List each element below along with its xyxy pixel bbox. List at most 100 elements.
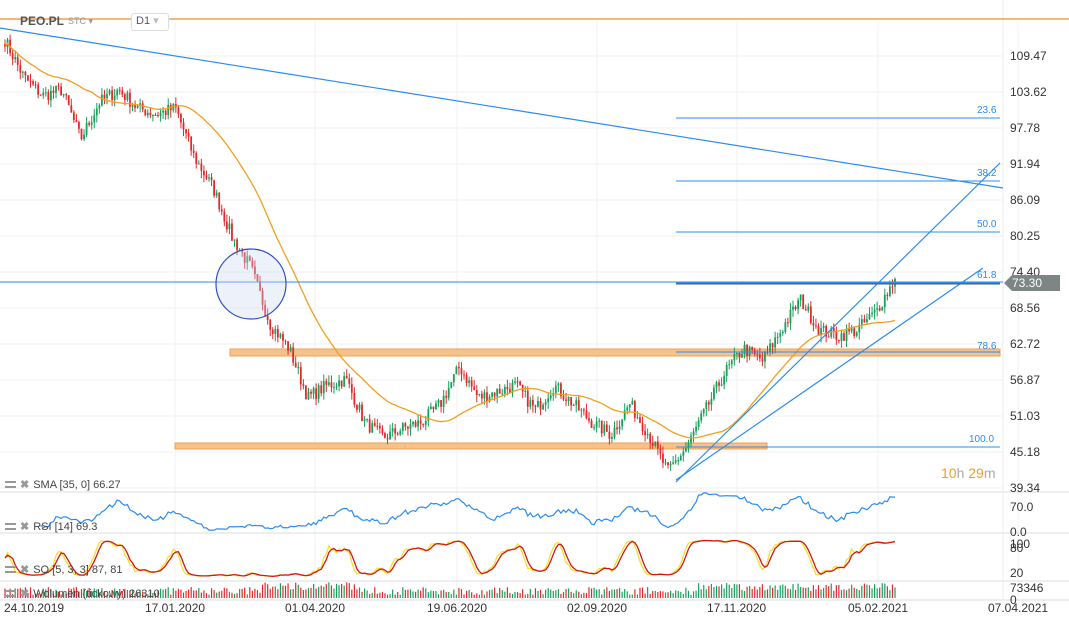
volume-bar (218, 591, 220, 598)
volume-bar (453, 589, 455, 598)
candle-body (633, 401, 636, 418)
candle-body (376, 425, 379, 427)
volume-bar (588, 587, 590, 598)
volume-bar (210, 588, 213, 598)
volume-bar (733, 583, 735, 598)
candle-body (713, 387, 715, 399)
candle-body (330, 382, 333, 388)
price-axis-label: 97.78 (1010, 121, 1041, 135)
volume-bar (256, 590, 259, 598)
volume-bar (185, 590, 187, 598)
settings-icon[interactable] (5, 566, 16, 573)
chart-canvas[interactable] (0, 0, 1069, 626)
volume-bar (840, 589, 843, 598)
candle-body (271, 329, 274, 334)
candle-body (853, 328, 856, 336)
volume-bar (866, 584, 868, 598)
volume-bar (853, 587, 855, 598)
volume-bar (743, 590, 746, 598)
volume-bar (749, 585, 751, 598)
volume-bar (402, 587, 404, 598)
volume-bar (318, 586, 320, 598)
close-icon[interactable]: ✖ (20, 587, 29, 600)
candle-body (126, 92, 129, 100)
volume-bar (695, 590, 697, 598)
candle-body (335, 386, 338, 388)
volume-bar (259, 592, 261, 598)
candle-body (88, 122, 91, 125)
volume-bar (422, 587, 424, 598)
candle-body (473, 386, 476, 391)
fib-level-23-6: 23.6 (977, 105, 997, 116)
volume-bar (412, 591, 414, 598)
instrument-type[interactable]: STC ▾ (68, 16, 93, 27)
candle-body (539, 401, 542, 410)
channel-upper-line (675, 162, 1001, 483)
candle-body (14, 57, 17, 60)
candle-body (225, 221, 228, 230)
volume-bar (845, 590, 848, 598)
candle-body (585, 410, 588, 419)
candle-body (223, 211, 226, 222)
volume-bar (703, 584, 705, 598)
interval-select[interactable]: D1 ▾ (131, 13, 169, 31)
close-icon[interactable]: ✖ (20, 478, 29, 491)
volume-legend[interactable]: ✖ Wolumen (tickowy) 26310 (5, 587, 160, 600)
volume-bar (848, 588, 850, 598)
volume-bar (766, 589, 769, 598)
candle-body (378, 425, 381, 429)
settings-icon[interactable] (5, 523, 16, 530)
volume-bar (399, 594, 401, 598)
candle-body (180, 114, 182, 123)
close-icon[interactable]: ✖ (20, 563, 29, 576)
settings-icon[interactable] (5, 481, 16, 488)
candle-body (582, 409, 585, 411)
candle-body (595, 421, 598, 428)
candle-body (695, 426, 697, 432)
volume-bar (746, 586, 748, 598)
date-axis-label: 05.02.2021 (848, 601, 909, 615)
so-legend[interactable]: ✖ SO [5, 3, 3] 87, 81 (5, 563, 123, 576)
candle-body (664, 462, 667, 464)
volume-bar (868, 585, 871, 598)
volume-bar (787, 588, 789, 598)
candle-body (129, 92, 131, 107)
candle-body (786, 322, 789, 324)
volume-bar (333, 588, 335, 598)
candle-body (562, 396, 565, 400)
rsi-line (40, 492, 895, 531)
rsi-legend[interactable]: ✖ RSI [14] 69.3 (5, 520, 97, 533)
price-axis-label: 109.47 (1010, 49, 1047, 63)
candle-body (162, 110, 165, 113)
price-axis-label: 80.25 (1010, 229, 1041, 243)
candle-body (154, 115, 157, 117)
volume-bar (290, 589, 292, 598)
sma-legend[interactable]: ✖ SMA [35, 0] 66.27 (5, 478, 121, 491)
candle-body (363, 419, 366, 422)
volume-bar (805, 587, 807, 598)
volume-bar (822, 587, 825, 598)
settings-icon[interactable] (5, 590, 16, 597)
volume-bar (358, 587, 361, 598)
volume-bar (575, 590, 577, 598)
candle-body (738, 353, 741, 358)
volume-bar (394, 594, 396, 598)
candle-body (182, 122, 185, 130)
volume-bar (320, 585, 322, 598)
volume-bar (221, 590, 223, 598)
candle-body (784, 322, 787, 332)
volume-bar (886, 586, 888, 598)
close-icon[interactable]: ✖ (20, 520, 29, 533)
volume-bar (871, 588, 873, 598)
candle-body (233, 239, 236, 241)
volume-bar (409, 589, 412, 598)
candle-body (639, 417, 641, 423)
volume-bar (873, 584, 876, 598)
candle-body (590, 420, 593, 428)
volume-bar (542, 594, 544, 598)
volume-bar (381, 591, 384, 598)
candle-body (231, 223, 233, 241)
volume-bar (675, 590, 677, 598)
volume-bar (376, 593, 378, 598)
volume-bar (603, 589, 605, 598)
